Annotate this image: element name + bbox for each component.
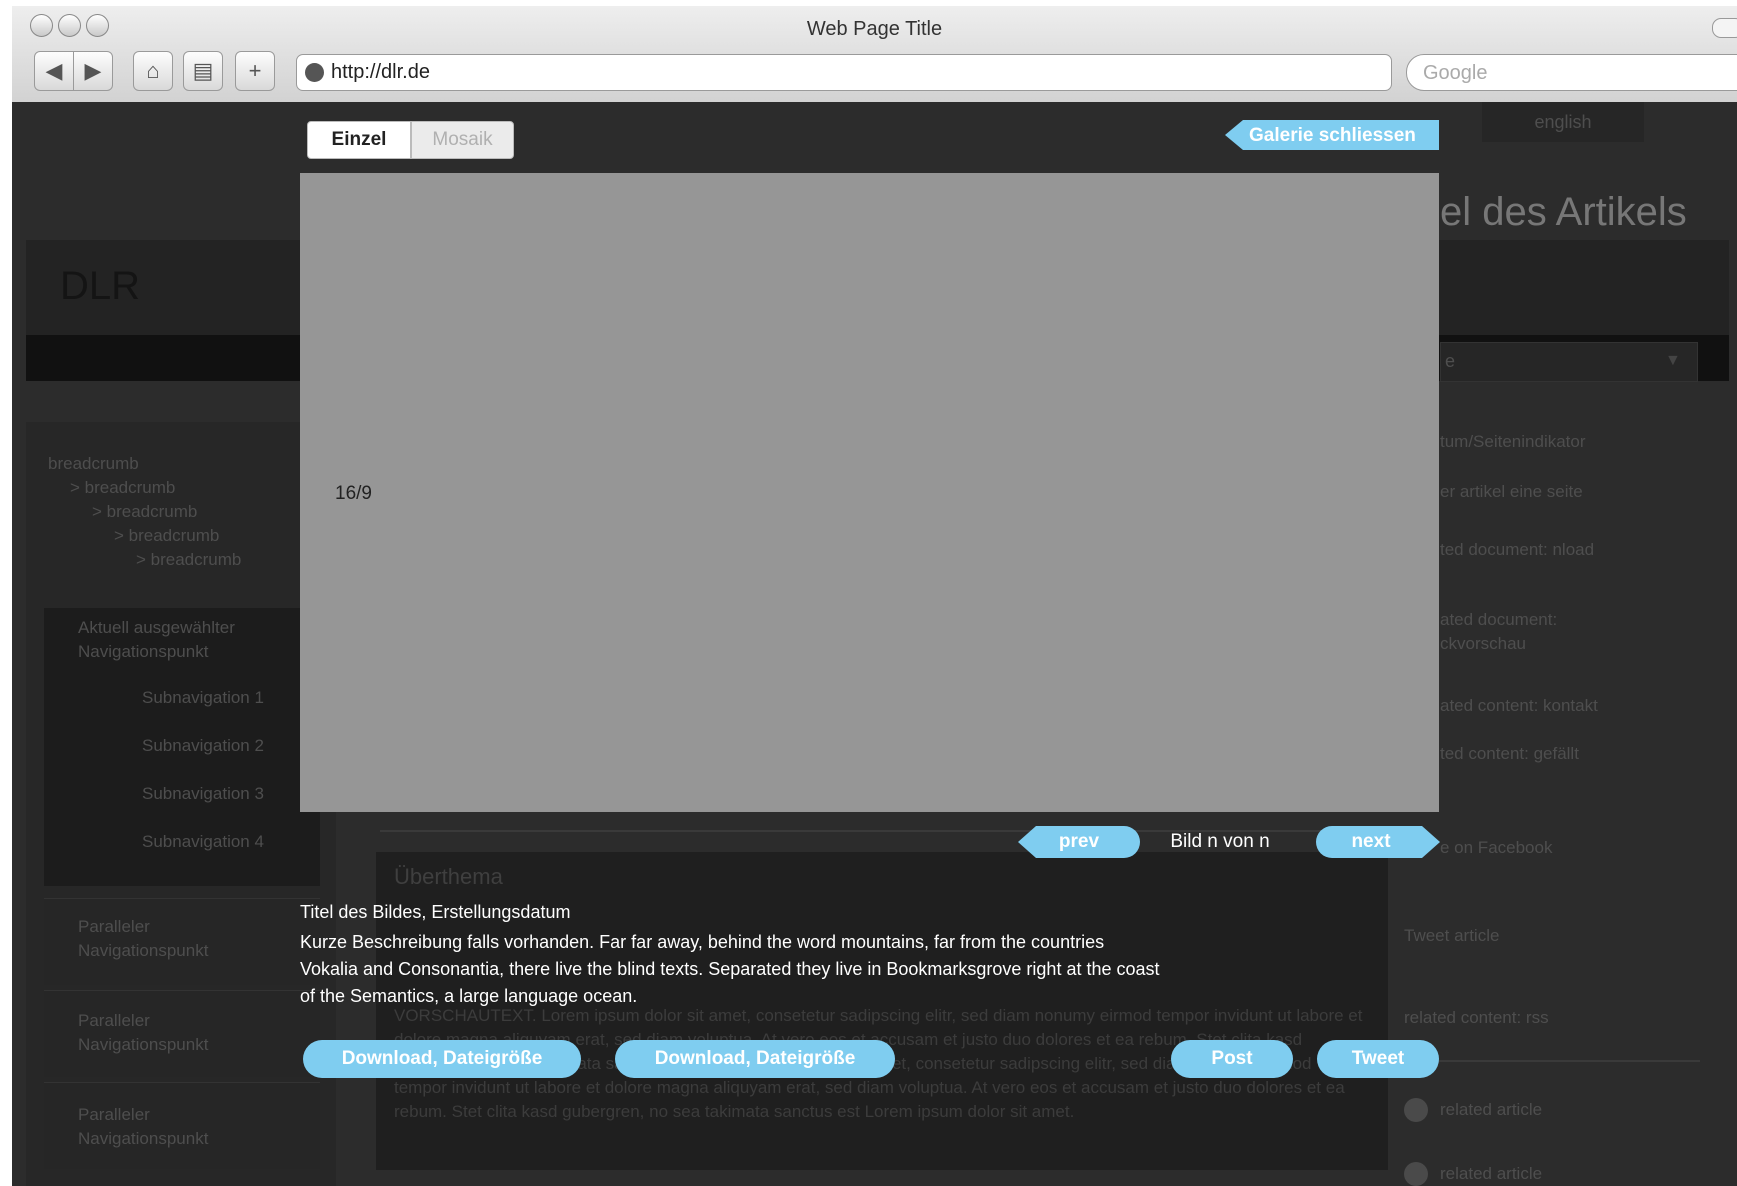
parallel-nav-label: Paralleler Navigationspunkt bbox=[78, 917, 209, 960]
image-title: Titel des Bildes, Erstellungsdatum bbox=[300, 902, 571, 922]
back-button[interactable]: ◀ bbox=[34, 51, 74, 91]
right-link-6[interactable]: ted content: gefällt bbox=[1440, 744, 1579, 764]
site-logo: DLR bbox=[60, 264, 141, 308]
forward-button[interactable]: ▶ bbox=[73, 51, 113, 91]
post-button[interactable]: Post bbox=[1171, 1040, 1293, 1078]
next-label: next bbox=[1351, 831, 1391, 852]
plus-icon: + bbox=[248, 58, 262, 83]
facebook-link[interactable]: e on Facebook bbox=[1440, 838, 1552, 858]
article-icon bbox=[1404, 1098, 1428, 1122]
teaser-heading: Überthema bbox=[394, 864, 503, 889]
download-button[interactable]: Download, Dateigröße bbox=[303, 1040, 581, 1078]
subnav-item-3[interactable]: Subnavigation 3 bbox=[142, 784, 264, 804]
parallel-nav-2[interactable]: Paralleler Navigationspunkt bbox=[44, 990, 320, 1077]
article-icon bbox=[1404, 1162, 1428, 1186]
address-bar[interactable]: http://dlr.de bbox=[296, 54, 1392, 91]
parallel-nav-1[interactable]: Paralleler Navigationspunkt bbox=[44, 898, 320, 985]
parallel-nav-3[interactable]: Paralleler Navigationspunkt bbox=[44, 1082, 320, 1169]
breadcrumb-3[interactable]: > breadcrumb bbox=[92, 502, 197, 522]
back-arrow-icon: ◀ bbox=[45, 58, 63, 83]
related-article-link[interactable]: related article bbox=[1440, 1100, 1542, 1120]
aspect-ratio-label: 16/9 bbox=[335, 483, 372, 504]
url-text: http://dlr.de bbox=[331, 61, 430, 83]
article-title: el des Artikels bbox=[1440, 190, 1687, 234]
right-link-5[interactable]: ated content: kontakt bbox=[1440, 696, 1598, 716]
browser-chrome: Web Page Title ◀ ▶ ⌂ ▤ + http://dlr.de G… bbox=[12, 6, 1737, 103]
right-link-3[interactable]: ted document: nload bbox=[1440, 538, 1600, 562]
subnav-item-2[interactable]: Subnavigation 2 bbox=[142, 736, 264, 756]
toolbar-toggle-icon[interactable] bbox=[1712, 18, 1737, 38]
globe-icon bbox=[305, 63, 324, 82]
home-button[interactable]: ⌂ bbox=[133, 51, 173, 91]
add-bookmark-button[interactable]: + bbox=[235, 51, 275, 91]
dropdown-value: e bbox=[1445, 351, 1456, 371]
right-link-1[interactable]: tum/Seitenindikator bbox=[1440, 432, 1586, 452]
prev-label: prev bbox=[1058, 831, 1100, 852]
related-article-link[interactable]: related article bbox=[1440, 1164, 1542, 1184]
close-gallery-button[interactable]: Galerie schliessen bbox=[1225, 120, 1439, 150]
image-description: Kurze Beschreibung falls vorhanden. Far … bbox=[300, 932, 1160, 1006]
gallery-image[interactable]: 16/9 bbox=[300, 173, 1439, 812]
image-counter: Bild n von n bbox=[1170, 831, 1270, 852]
parallel-nav-label: Paralleler Navigationspunkt bbox=[78, 1011, 209, 1054]
home-icon: ⌂ bbox=[146, 58, 160, 83]
breadcrumb-1[interactable]: breadcrumb bbox=[48, 454, 139, 474]
teaser-box: Überthema VORSCHAUTEXT. Lorem ipsum dolo… bbox=[376, 852, 1388, 1170]
window-title: Web Page Title bbox=[806, 18, 943, 40]
search-input[interactable]: Google bbox=[1406, 54, 1737, 91]
right-link-2[interactable]: er artikel eine seite bbox=[1440, 482, 1583, 502]
breadcrumb-4[interactable]: > breadcrumb bbox=[114, 526, 219, 546]
active-nav-item[interactable]: Aktuell ausgewählter Navigationspunkt bbox=[78, 616, 298, 664]
forward-arrow-icon: ▶ bbox=[84, 58, 102, 83]
chevron-down-icon: ▼ bbox=[1665, 352, 1681, 369]
tweet-article-link[interactable]: Tweet article bbox=[1404, 926, 1499, 946]
parallel-nav-label: Paralleler Navigationspunkt bbox=[78, 1105, 209, 1148]
subnav-item-4[interactable]: Subnavigation 4 bbox=[142, 832, 264, 852]
search-placeholder: Google bbox=[1423, 62, 1488, 84]
printer-icon: ▤ bbox=[192, 58, 214, 83]
tab-einzel[interactable]: Einzel bbox=[307, 121, 411, 159]
language-label: english bbox=[1534, 111, 1592, 132]
download-button[interactable]: Download, Dateigröße bbox=[615, 1040, 895, 1078]
next-button[interactable]: next bbox=[1316, 826, 1440, 858]
prev-button[interactable]: prev bbox=[1018, 826, 1140, 858]
filter-dropdown[interactable]: e ▼ bbox=[1440, 342, 1698, 382]
divider bbox=[1404, 1060, 1700, 1062]
breadcrumb-5[interactable]: > breadcrumb bbox=[136, 550, 241, 570]
close-gallery-label: Galerie schliessen bbox=[1249, 125, 1416, 146]
subnav-item-1[interactable]: Subnavigation 1 bbox=[142, 688, 264, 708]
right-link-4[interactable]: ated document: ckvorschau bbox=[1440, 608, 1600, 656]
rss-link[interactable]: related content: rss bbox=[1404, 1008, 1549, 1028]
print-button[interactable]: ▤ bbox=[183, 51, 223, 91]
tab-mosaik[interactable]: Mosaik bbox=[411, 121, 514, 159]
tweet-button[interactable]: Tweet bbox=[1317, 1040, 1439, 1078]
language-switch[interactable]: english bbox=[1482, 102, 1644, 142]
breadcrumb-2[interactable]: > breadcrumb bbox=[70, 478, 175, 498]
